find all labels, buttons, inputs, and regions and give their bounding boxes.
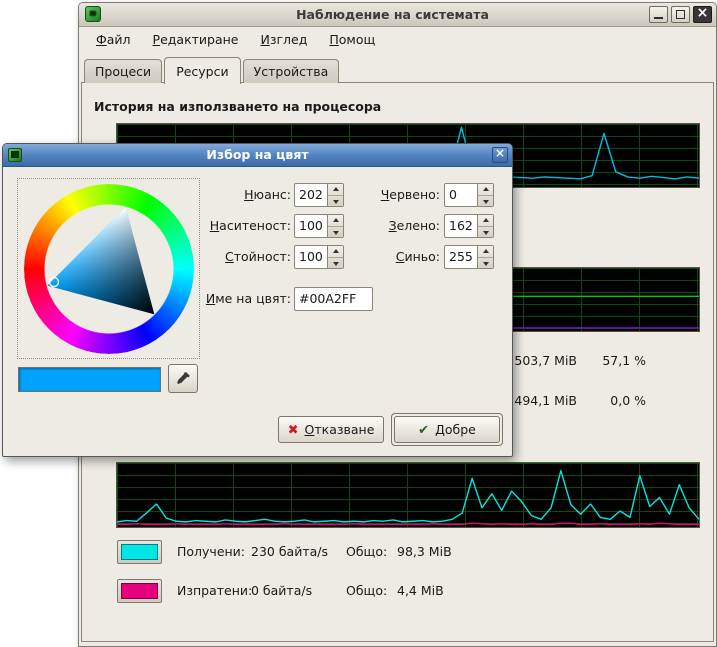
value-spin-down-button[interactable] <box>328 258 343 269</box>
hue-spin-up-button[interactable] <box>328 184 343 196</box>
menu-file[interactable]: Файл <box>87 27 140 51</box>
blue-value: 255 <box>449 249 473 264</box>
saturation-label: Наситеност: <box>173 218 291 233</box>
network-history-chart <box>116 462 700 528</box>
cancel-icon <box>288 422 299 438</box>
value-value: 100 <box>299 249 323 264</box>
minimize-button[interactable] <box>649 6 668 23</box>
sent-color-button[interactable] <box>117 579 162 603</box>
green-spin-buttons <box>477 215 493 237</box>
red-label: Червено: <box>348 187 440 202</box>
tabstrip: Процеси Ресурси Устройства <box>84 56 341 83</box>
desktop: Наблюдение на системата Файл Редактиране… <box>0 0 717 647</box>
red-spin-down-button[interactable] <box>478 196 493 207</box>
ok-icon <box>418 422 429 438</box>
saturation-spin-up-button[interactable] <box>328 215 343 227</box>
value-spin-up-button[interactable] <box>328 246 343 258</box>
eyedropper-button[interactable] <box>168 364 198 393</box>
ok-button[interactable]: Добре <box>394 416 500 443</box>
blue-spin-buttons <box>477 246 493 268</box>
dialog-title: Избор на цвят <box>33 147 482 162</box>
blue-spinbox[interactable]: 255 <box>444 245 494 269</box>
dialog-app-icon <box>8 148 22 162</box>
sent-label: Изпратени: <box>177 583 252 598</box>
sent-total-label: Общо: <box>346 583 387 598</box>
hue-value: 202 <box>299 187 323 202</box>
saturation-spin-down-button[interactable] <box>328 227 343 238</box>
cpu-history-heading: История на използването на процесора <box>94 99 381 114</box>
cancel-button[interactable]: Отказване <box>278 416 384 443</box>
received-label: Получени: <box>177 544 245 559</box>
close-button[interactable] <box>693 6 712 23</box>
value-spinbox[interactable]: 100 <box>294 245 344 269</box>
tab-resources[interactable]: Ресурси <box>164 57 240 84</box>
hue-spin-down-button[interactable] <box>328 196 343 207</box>
menu-help[interactable]: Помощ <box>320 27 384 51</box>
blue-spin-up-button[interactable] <box>478 246 493 258</box>
sent-total: 4,4 MiB <box>397 583 444 598</box>
tab-processes[interactable]: Процеси <box>84 59 162 83</box>
swap-percent: 0,0 % <box>566 393 646 408</box>
color-wheel[interactable] <box>17 178 200 359</box>
green-label: Зелено: <box>348 218 440 233</box>
red-spinbox[interactable]: 0 <box>444 183 494 207</box>
hsv-triangle[interactable] <box>24 184 194 354</box>
system-monitor-icon <box>85 6 101 22</box>
red-spin-buttons <box>477 184 493 206</box>
received-total-label: Общо: <box>346 544 387 559</box>
received-legend-row: Получени: 230 байта/s Общо: 98,3 MiB <box>79 540 716 566</box>
ok-default-ring: Добре <box>391 413 503 446</box>
received-color-button[interactable] <box>117 540 162 564</box>
value-spin-buttons <box>327 246 343 268</box>
green-spin-up-button[interactable] <box>478 215 493 227</box>
red-spin-up-button[interactable] <box>478 184 493 196</box>
green-value: 162 <box>449 218 473 233</box>
red-value: 0 <box>449 187 457 202</box>
tab-devices[interactable]: Устройства <box>243 59 340 83</box>
color-preview <box>18 367 161 392</box>
saturation-value: 100 <box>299 218 323 233</box>
saturation-spinbox[interactable]: 100 <box>294 214 344 238</box>
received-rate: 230 байта/s <box>251 544 328 559</box>
dialog-titlebar[interactable]: Избор на цвят <box>3 144 512 167</box>
sent-color-swatch <box>121 583 158 599</box>
hue-label: Нюанс: <box>173 187 291 202</box>
blue-spin-down-button[interactable] <box>478 258 493 269</box>
eyedropper-icon <box>176 371 191 386</box>
sent-rate: 0 байта/s <box>251 583 312 598</box>
memory-percent: 57,1 % <box>566 353 646 368</box>
hue-spin-buttons <box>327 184 343 206</box>
maximize-button[interactable] <box>671 6 690 23</box>
sent-legend-row: Изпратени: 0 байта/s Общо: 4,4 MiB <box>79 579 716 605</box>
color-name-label: Име на цвят: <box>173 291 291 306</box>
window-title: Наблюдение на системата <box>139 7 646 22</box>
received-color-swatch <box>121 544 158 560</box>
menu-view[interactable]: Изглед <box>251 27 316 51</box>
green-spin-down-button[interactable] <box>478 227 493 238</box>
saturation-spin-buttons <box>327 215 343 237</box>
menu-edit[interactable]: Редактиране <box>144 27 248 51</box>
hue-spinbox[interactable]: 202 <box>294 183 344 207</box>
cancel-label: Отказване <box>305 422 375 437</box>
dialog-close-button[interactable] <box>492 147 508 163</box>
blue-label: Синьо: <box>348 249 440 264</box>
color-picker-dialog: Избор на цвят <box>2 143 513 457</box>
ok-label: Добре <box>435 422 476 437</box>
window-titlebar[interactable]: Наблюдение на системата <box>79 3 716 27</box>
received-total: 98,3 MiB <box>397 544 452 559</box>
color-name-input[interactable]: #00A2FF <box>294 287 373 311</box>
network-history-plot <box>117 463 699 527</box>
value-label: Стойност: <box>173 249 291 264</box>
green-spinbox[interactable]: 162 <box>444 214 494 238</box>
menubar: Файл Редактиране Изглед Помощ <box>79 27 716 53</box>
